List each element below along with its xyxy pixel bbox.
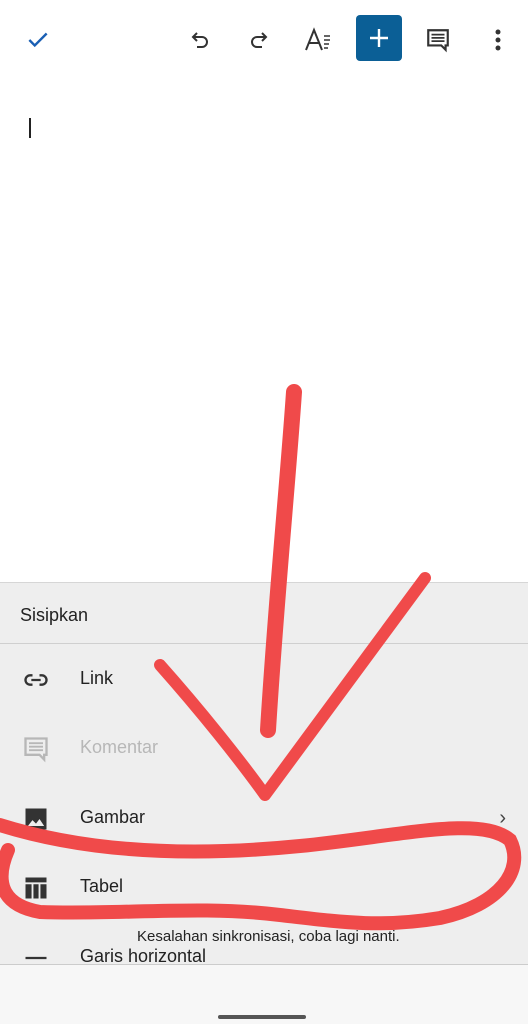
menu-item-tabel[interactable]: Tabel ›	[0, 858, 528, 918]
chevron-right-icon: ›	[499, 876, 506, 898]
menu-item-gambar[interactable]: Gambar ›	[0, 789, 528, 849]
comment-icon[interactable]	[416, 18, 460, 62]
menu-item-link[interactable]: Link	[0, 650, 528, 710]
chevron-right-icon: ›	[499, 807, 506, 829]
more-vert-icon[interactable]	[476, 18, 520, 62]
menu-item-label: Link	[80, 668, 114, 688]
menu-item-komentar[interactable]: Komentar	[0, 719, 528, 779]
gesture-handle[interactable]	[218, 1015, 306, 1019]
link-icon	[24, 674, 48, 686]
check-icon[interactable]	[16, 18, 60, 62]
undo-icon[interactable]	[178, 18, 222, 62]
table-icon	[25, 877, 47, 899]
insert-plus-button[interactable]	[356, 15, 402, 61]
insert-sheet: Sisipkan Link Komentar Gambar › Tabel › …	[0, 582, 528, 966]
text-format-icon[interactable]	[296, 18, 340, 62]
toolbar	[0, 0, 528, 76]
comment-icon	[24, 737, 48, 763]
menu-item-label: Gambar	[80, 807, 146, 827]
sync-error-toast: Kesalahan sinkronisasi, coba lagi nanti.	[137, 928, 400, 945]
navigation-bar	[0, 964, 528, 1024]
sheet-title: Sisipkan	[20, 605, 89, 625]
image-icon	[25, 808, 47, 830]
text-cursor	[29, 118, 31, 138]
divider	[0, 643, 528, 644]
menu-item-label: Tabel	[80, 876, 124, 896]
menu-item-label: Komentar	[80, 737, 159, 757]
redo-icon[interactable]	[237, 18, 281, 62]
